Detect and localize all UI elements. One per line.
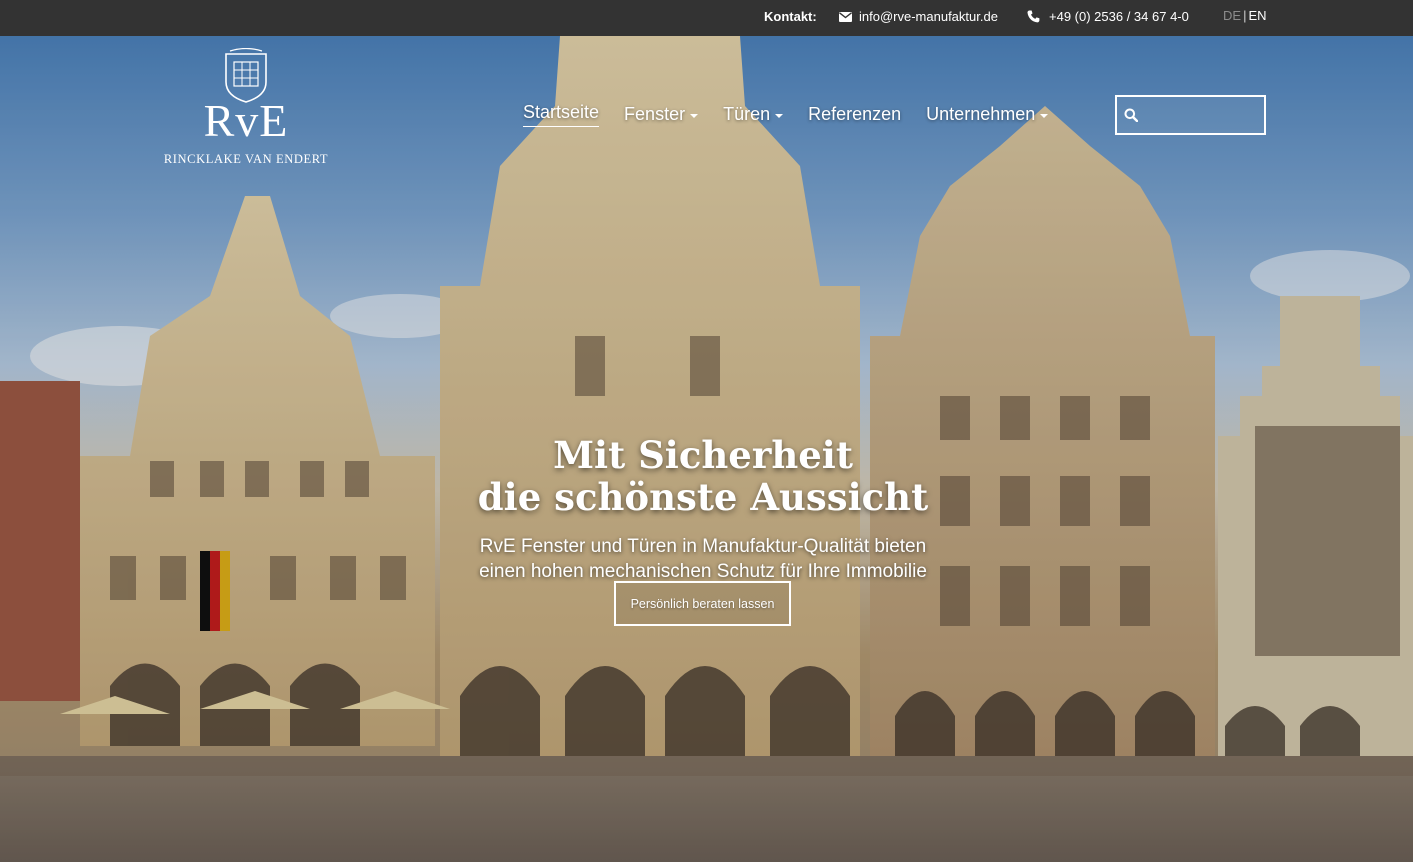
hero-headline-line2: die schönste Aussicht — [477, 475, 929, 519]
nav-item-label: Startseite — [523, 102, 600, 127]
hero-headline: Mit Sicherheit die schönste Aussicht — [400, 434, 1006, 518]
nav-item-tueren[interactable]: Türen — [723, 102, 784, 127]
language-switcher: DE | EN — [1223, 8, 1267, 23]
nav-item-startseite[interactable]: Startseite — [523, 102, 600, 127]
contact-label: Kontakt: — [764, 9, 817, 24]
search-icon[interactable] — [1124, 108, 1138, 122]
caret-down-icon — [775, 114, 784, 118]
logo[interactable]: RvE RINCKLAKE VAN ENDERT — [136, 48, 356, 166]
email-text: info@rve-manufaktur.de — [859, 9, 998, 24]
top-bar: Kontakt: info@rve-manufaktur.de +49 (0) … — [0, 0, 1413, 36]
hero-headline-block: Mit Sicherheit die schönste Aussicht RvE… — [400, 434, 1006, 584]
hero-section: RvE RINCKLAKE VAN ENDERT Startseite Fens… — [0, 36, 1413, 862]
lang-separator: | — [1243, 8, 1247, 23]
search-input[interactable] — [1145, 103, 1260, 127]
lang-de-link[interactable]: DE — [1223, 8, 1241, 23]
caret-down-icon — [690, 114, 699, 118]
nav-item-fenster[interactable]: Fenster — [624, 102, 699, 127]
logo-mark: RvE — [203, 95, 289, 146]
phone-link[interactable]: +49 (0) 2536 / 34 67 4-0 — [1027, 9, 1189, 24]
lang-en-link[interactable]: EN — [1248, 8, 1266, 23]
nav-item-referenzen[interactable]: Referenzen — [808, 102, 901, 127]
logo-subtitle: RINCKLAKE VAN ENDERT — [163, 152, 329, 166]
nav-item-label: Referenzen — [808, 104, 902, 124]
email-link[interactable]: info@rve-manufaktur.de — [839, 9, 998, 24]
phone-icon — [1027, 10, 1040, 23]
hero-headline-line1: Mit Sicherheit — [553, 433, 853, 477]
caret-down-icon — [1040, 114, 1049, 118]
consultation-button[interactable]: Persönlich beraten lassen — [614, 581, 791, 626]
nav-item-label: Unternehmen — [926, 104, 1036, 124]
nav-item-unternehmen[interactable]: Unternehmen — [926, 102, 1049, 127]
hero-subline-line2: einen hohen mechanischen Schutz für Ihre… — [479, 561, 927, 582]
hero-subline: RvE Fenster und Türen in Manufaktur-Qual… — [400, 534, 1006, 584]
main-nav: Startseite Fenster Türen Referenzen Unte… — [523, 102, 1073, 127]
nav-item-label: Fenster — [624, 104, 686, 124]
search-box — [1115, 95, 1266, 135]
nav-item-label: Türen — [723, 104, 771, 124]
hero-subline-line1: RvE Fenster und Türen in Manufaktur-Qual… — [479, 536, 927, 557]
phone-text: +49 (0) 2536 / 34 67 4-0 — [1049, 9, 1189, 24]
envelope-icon — [839, 11, 852, 22]
